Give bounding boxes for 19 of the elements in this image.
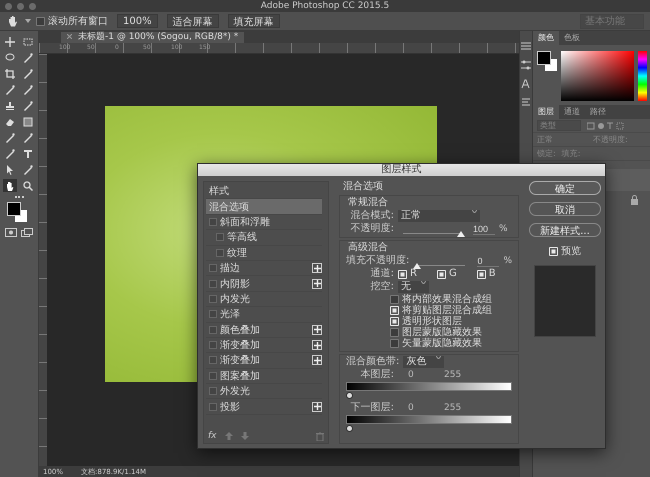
window-title: Adobe Photoshop CC 2015.5 [260,1,390,11]
field-label: 混合模式: [350,210,394,222]
field-label: 下一图层: [350,402,394,414]
range-value: 0 [408,402,415,414]
range-value: 255 [444,369,462,381]
field-label: 通道: [370,268,394,280]
unit-label: % [503,255,512,267]
field-label: 本图层: [360,369,394,381]
section-heading: 高级混合 [348,242,389,254]
range-value: 0 [408,369,415,381]
field-label: 填充不透明度: [346,255,408,267]
dialog-title: 图层样式 [198,164,605,176]
field-label: 不透明度: [350,223,394,235]
section-heading: 常规混合 [348,197,389,209]
range-value: 255 [444,402,462,414]
field-label: 混合颜色带: [346,356,400,368]
section-heading: 混合选项 [342,181,384,193]
unit-label: % [499,223,508,235]
field-label: 挖空: [370,281,394,293]
